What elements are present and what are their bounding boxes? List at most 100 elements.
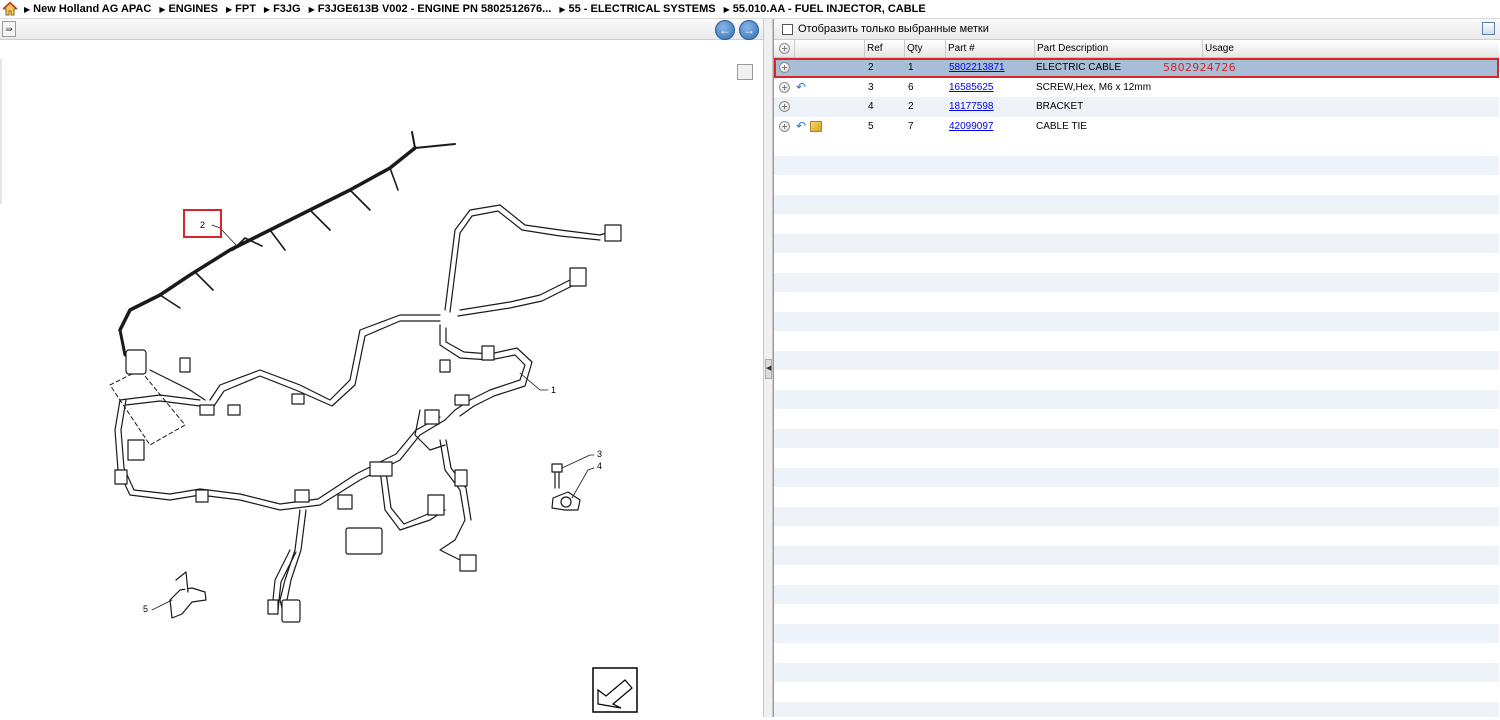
injector-branch	[159, 294, 181, 309]
row-icons: ↶	[794, 120, 864, 132]
show-selected-only-checkbox[interactable]	[782, 23, 793, 35]
connector	[604, 224, 622, 242]
previous-page-button[interactable]: ←	[715, 20, 735, 40]
empty-rows	[774, 136, 1499, 717]
zoom-toggle-button[interactable]	[737, 64, 753, 80]
empty-row	[774, 194, 1499, 214]
empty-row	[774, 155, 1499, 175]
part-number-link[interactable]: 5802213871	[949, 62, 1005, 73]
connector	[127, 439, 145, 461]
connector	[369, 461, 393, 477]
next-page-button[interactable]: →	[739, 20, 759, 40]
empty-row	[774, 292, 1499, 312]
add-to-cart-icon[interactable]	[778, 101, 790, 113]
breadcrumb-item-engines[interactable]: ▶ ENGINES	[159, 3, 218, 15]
empty-row	[774, 604, 1499, 624]
empty-row	[774, 136, 1499, 156]
add-to-cart-icon[interactable]	[778, 120, 790, 132]
breadcrumb-item-fpt[interactable]: ▶ FPT	[226, 3, 256, 15]
connector	[281, 599, 301, 623]
header-ref[interactable]: Ref	[864, 40, 904, 57]
empty-row	[774, 467, 1499, 487]
main-harness	[449, 210, 601, 313]
wiring-harness-drawing: 2 1 3 4 5	[109, 131, 638, 713]
callout-2[interactable]: 2	[200, 220, 205, 230]
row-ref: 4	[868, 101, 874, 113]
callout-3[interactable]: 3	[597, 449, 602, 459]
add-to-cart-icon[interactable]	[778, 62, 790, 74]
connector	[424, 409, 440, 425]
empty-row	[774, 370, 1499, 390]
connector	[227, 404, 241, 416]
add-to-cart-icon[interactable]	[778, 81, 790, 93]
pane-splitter[interactable]: ◀	[763, 19, 773, 717]
row-icons: ↶	[794, 81, 864, 93]
connector	[179, 357, 191, 373]
row-ref: 2	[868, 62, 874, 74]
empty-row	[774, 428, 1499, 448]
callout-1[interactable]: 1	[551, 385, 556, 395]
connector	[459, 554, 477, 572]
next-view-arrow-icon[interactable]	[592, 667, 638, 713]
bracket-part	[560, 496, 572, 508]
header-add-all[interactable]	[774, 40, 794, 57]
main-harness	[120, 399, 441, 505]
breadcrumb-item-model[interactable]: ▶ F3JG	[264, 3, 301, 15]
empty-row	[774, 662, 1499, 682]
connector	[337, 494, 353, 510]
part-number-link[interactable]: 18177598	[949, 101, 994, 112]
injector-branch	[309, 209, 331, 231]
diagram-pane: ⇛ ← → 2 1 3 4 5	[0, 19, 763, 717]
breadcrumb-item-engine[interactable]: ▶ F3JGE613B V002 - ENGINE PN 5802512676..…	[309, 3, 552, 15]
injector-branch	[389, 167, 399, 191]
table-row[interactable]: 4 2 18177598 BRACKET	[774, 97, 1499, 117]
main-harness	[444, 204, 616, 311]
table-row[interactable]: ↶ 3 6 16585625 SCREW,Hex, M6 x 12mm	[774, 78, 1499, 98]
empty-row	[774, 565, 1499, 585]
connector	[125, 349, 147, 375]
table-row[interactable]: ↶ 5 7 42099097 CABLE TIE	[774, 117, 1499, 137]
header-part[interactable]: Part #	[945, 40, 1034, 57]
package-icon[interactable]	[810, 120, 823, 132]
callout-4[interactable]: 4	[597, 461, 602, 471]
grid-settings-icon[interactable]	[1482, 22, 1495, 35]
connector	[439, 359, 451, 373]
header-usage[interactable]: Usage	[1202, 40, 1499, 57]
connector	[481, 345, 495, 361]
empty-row	[774, 253, 1499, 273]
collapse-arrow-icon[interactable]: ◀	[765, 359, 772, 379]
empty-row	[774, 331, 1499, 351]
breadcrumb-item-section[interactable]: ▶ 55 - ELECTRICAL SYSTEMS	[559, 3, 715, 15]
connector	[114, 469, 128, 485]
empty-row	[774, 643, 1499, 663]
row-description: SCREW,Hex, M6 x 12mm	[1036, 81, 1152, 93]
home-icon[interactable]	[2, 1, 18, 17]
parts-diagram[interactable]: 2 1 3 4 5	[0, 40, 763, 717]
empty-row	[774, 311, 1499, 331]
add-all-icon[interactable]	[778, 43, 790, 54]
table-row[interactable]: 2 1 5802213871 ELECTRIC CABLE 5802924726	[774, 58, 1499, 78]
breadcrumb-item-brand[interactable]: ▶ New Holland AG APAC	[24, 3, 151, 15]
empty-row	[774, 545, 1499, 565]
breadcrumb-item-page[interactable]: ▶ 55.010.AA - FUEL INJECTOR, CABLE	[724, 3, 926, 15]
replacement-icon[interactable]: ↶	[796, 81, 806, 93]
header-icons	[794, 40, 864, 57]
connector	[195, 489, 209, 503]
injector-branch	[349, 189, 371, 211]
row-description: CABLE TIE	[1036, 120, 1087, 132]
leader-line	[211, 224, 237, 246]
row-qty: 2	[908, 101, 914, 113]
header-qty[interactable]: Qty	[904, 40, 945, 57]
part-number-link[interactable]: 42099097	[949, 121, 994, 132]
empty-row	[774, 584, 1499, 604]
header-description[interactable]: Part Description	[1034, 40, 1202, 57]
parts-list-pane: Отобразить только выбранные метки Ref Qt…	[773, 19, 1500, 717]
empty-row	[774, 409, 1499, 429]
callout-5[interactable]: 5	[143, 604, 148, 614]
parts-table: Ref Qty Part # Part Description Usage 2 …	[774, 40, 1499, 717]
empty-row	[774, 175, 1499, 195]
replacement-icon[interactable]: ↶	[796, 120, 806, 132]
part-number-link[interactable]: 16585625	[949, 82, 994, 93]
expand-panel-button[interactable]: ⇛	[2, 21, 16, 37]
screw-part	[554, 471, 560, 489]
